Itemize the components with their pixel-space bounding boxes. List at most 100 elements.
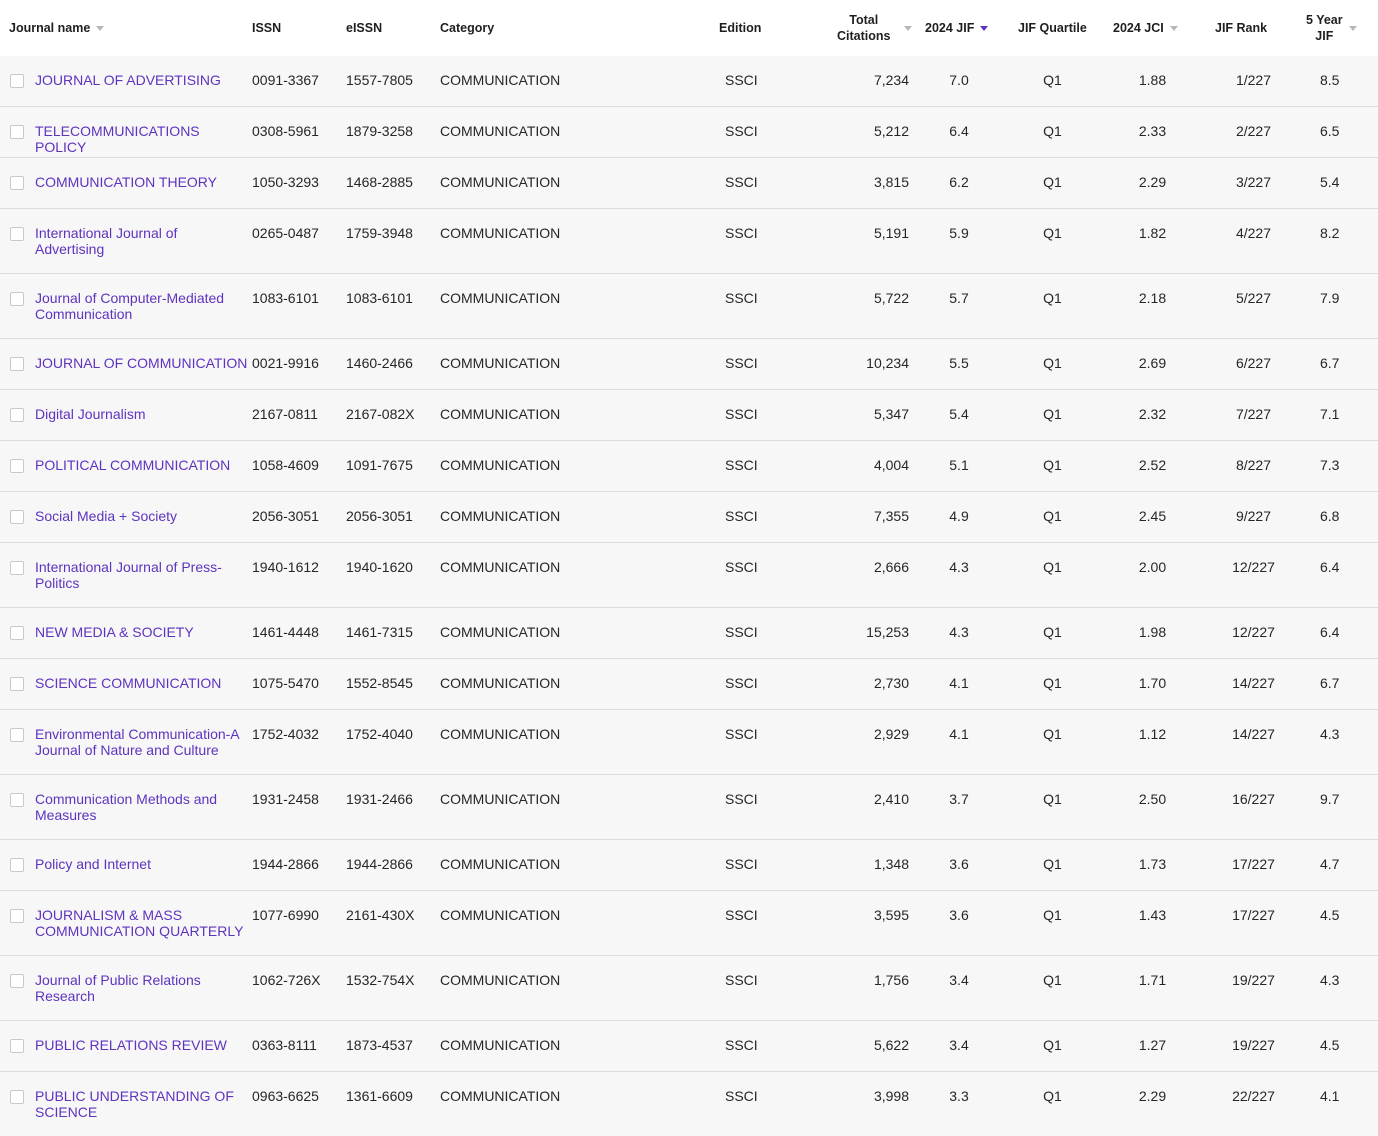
total-citations-cell: 2,730 — [787, 659, 917, 710]
sort-caret-icon[interactable] — [96, 26, 104, 31]
table-row: International Journal of Advertising 026… — [0, 209, 1378, 274]
journal-name-link[interactable]: NEW MEDIA & SOCIETY — [35, 608, 252, 640]
total-citations-value: 5,622 — [787, 1021, 917, 1053]
column-header-label-line2: Citations — [837, 29, 890, 43]
jif-value: 3.7 — [917, 775, 997, 807]
column-header-label-line1: 5 Year — [1306, 13, 1343, 27]
column-header-2024-jci[interactable]: 2024 JCI — [1107, 0, 1187, 56]
journal-name-link[interactable]: Policy and Internet — [35, 840, 252, 872]
column-header-label: 2024 JCI — [1113, 21, 1164, 35]
sort-caret-icon[interactable] — [1349, 26, 1357, 31]
row-select-checkbox[interactable] — [10, 176, 24, 190]
eissn-cell: 1468-2885 — [346, 158, 440, 209]
jif-rank-cell: 4/227 — [1187, 209, 1295, 274]
jif-quartile-value: Q1 — [997, 608, 1107, 640]
edition-value: SSCI — [672, 441, 787, 473]
row-select-checkbox[interactable] — [10, 74, 24, 88]
row-select-checkbox[interactable] — [10, 125, 24, 139]
journal-name-link[interactable]: PUBLIC RELATIONS REVIEW — [35, 1021, 252, 1053]
edition-cell: SSCI — [672, 775, 787, 840]
row-select-checkbox[interactable] — [10, 909, 24, 923]
row-select-checkbox[interactable] — [10, 974, 24, 988]
row-select-checkbox[interactable] — [10, 227, 24, 241]
journal-name-link[interactable]: PUBLIC UNDERSTANDING OF SCIENCE — [35, 1072, 252, 1120]
five-year-jif-value: 5.4 — [1295, 158, 1378, 190]
eissn-cell: 1460-2466 — [346, 339, 440, 390]
journal-name-link[interactable]: International Journal of Advertising — [35, 209, 252, 257]
journal-name-link[interactable]: Journal of Computer-Mediated Communicati… — [35, 274, 252, 322]
five-year-jif-value: 6.4 — [1295, 543, 1378, 575]
journal-name-link[interactable]: COMMUNICATION THEORY — [35, 158, 252, 190]
jci-cell: 1.71 — [1107, 956, 1187, 1021]
row-select-checkbox[interactable] — [10, 728, 24, 742]
row-select-checkbox[interactable] — [10, 1090, 24, 1104]
row-select-checkbox[interactable] — [10, 408, 24, 422]
eissn-value: 1468-2885 — [346, 158, 440, 190]
journal-name-link[interactable]: SCIENCE COMMUNICATION — [35, 659, 252, 691]
journal-name-link[interactable]: Digital Journalism — [35, 390, 252, 422]
journal-name-link[interactable]: Communication Methods and Measures — [35, 775, 252, 823]
sort-caret-icon[interactable] — [904, 26, 912, 31]
category-cell: COMMUNICATION — [440, 956, 672, 1021]
eissn-cell: 1879-3258 — [346, 107, 440, 158]
eissn-value: 1083-6101 — [346, 274, 440, 306]
column-header-2024-jif[interactable]: 2024 JIF — [917, 0, 997, 56]
journal-name-link[interactable]: Environmental Communication-A Journal of… — [35, 710, 252, 758]
jci-cell: 2.32 — [1107, 390, 1187, 441]
total-citations-value: 1,348 — [787, 840, 917, 872]
eissn-cell: 1461-7315 — [346, 608, 440, 659]
jci-value: 2.52 — [1107, 441, 1187, 473]
journal-name-link[interactable]: POLITICAL COMMUNICATION — [35, 441, 252, 473]
jci-value: 2.00 — [1107, 543, 1187, 575]
category-value: COMMUNICATION — [440, 339, 672, 371]
eissn-cell: 1931-2466 — [346, 775, 440, 840]
jif-rank-value: 12/227 — [1187, 608, 1295, 640]
edition-value: SSCI — [672, 1072, 787, 1104]
jci-cell: 2.50 — [1107, 775, 1187, 840]
table-row: PUBLIC RELATIONS REVIEW 0363-8111 1873-4… — [0, 1021, 1378, 1072]
column-header-total-citations[interactable]: Total Citations — [787, 0, 917, 56]
total-citations-cell: 5,191 — [787, 209, 917, 274]
category-value: COMMUNICATION — [440, 56, 672, 88]
journal-name-link[interactable]: TELECOMMUNICATIONS POLICY — [35, 107, 252, 155]
eissn-value: 2161-430X — [346, 891, 440, 923]
five-year-jif-value: 9.7 — [1295, 775, 1378, 807]
edition-value: SSCI — [672, 107, 787, 139]
category-cell: COMMUNICATION — [440, 840, 672, 891]
column-header-journal-name[interactable]: Journal name — [0, 0, 252, 56]
row-select-checkbox[interactable] — [10, 793, 24, 807]
row-select-checkbox[interactable] — [10, 357, 24, 371]
journal-results-table: Journal name ISSN eISSN Category Edition… — [0, 0, 1378, 1136]
row-select-checkbox[interactable] — [10, 561, 24, 575]
journal-name-link[interactable]: JOURNALISM & MASS COMMUNICATION QUARTERL… — [35, 891, 252, 939]
row-select-checkbox[interactable] — [10, 510, 24, 524]
jci-value: 2.18 — [1107, 274, 1187, 306]
issn-value: 2056-3051 — [252, 492, 346, 524]
category-cell: COMMUNICATION — [440, 492, 672, 543]
journal-name-link[interactable]: JOURNAL OF COMMUNICATION — [35, 339, 252, 371]
row-select-checkbox[interactable] — [10, 292, 24, 306]
edition-value: SSCI — [672, 710, 787, 742]
five-year-jif-value: 6.7 — [1295, 339, 1378, 371]
jif-cell: 4.3 — [917, 608, 997, 659]
jif-rank-value: 19/227 — [1187, 956, 1295, 988]
jif-rank-cell: 12/227 — [1187, 608, 1295, 659]
row-select-checkbox[interactable] — [10, 459, 24, 473]
column-header-5-year-jif[interactable]: 5 Year JIF — [1295, 0, 1378, 56]
journal-name-link[interactable]: International Journal of Press-Politics — [35, 543, 252, 591]
jif-cell: 4.3 — [917, 543, 997, 608]
row-select-checkbox[interactable] — [10, 1039, 24, 1053]
sort-caret-active-icon[interactable] — [980, 26, 988, 31]
total-citations-cell: 15,253 — [787, 608, 917, 659]
jif-rank-cell: 1/227 — [1187, 56, 1295, 107]
row-select-checkbox[interactable] — [10, 626, 24, 640]
sort-caret-icon[interactable] — [1170, 26, 1178, 31]
total-citations-value: 10,234 — [787, 339, 917, 371]
row-select-checkbox[interactable] — [10, 677, 24, 691]
journal-name-link[interactable]: Journal of Public Relations Research — [35, 956, 252, 1004]
journal-name-link[interactable]: JOURNAL OF ADVERTISING — [35, 56, 252, 88]
jci-value: 1.43 — [1107, 891, 1187, 923]
row-select-checkbox[interactable] — [10, 858, 24, 872]
journal-name-link[interactable]: Social Media + Society — [35, 492, 252, 524]
eissn-cell: 1759-3948 — [346, 209, 440, 274]
